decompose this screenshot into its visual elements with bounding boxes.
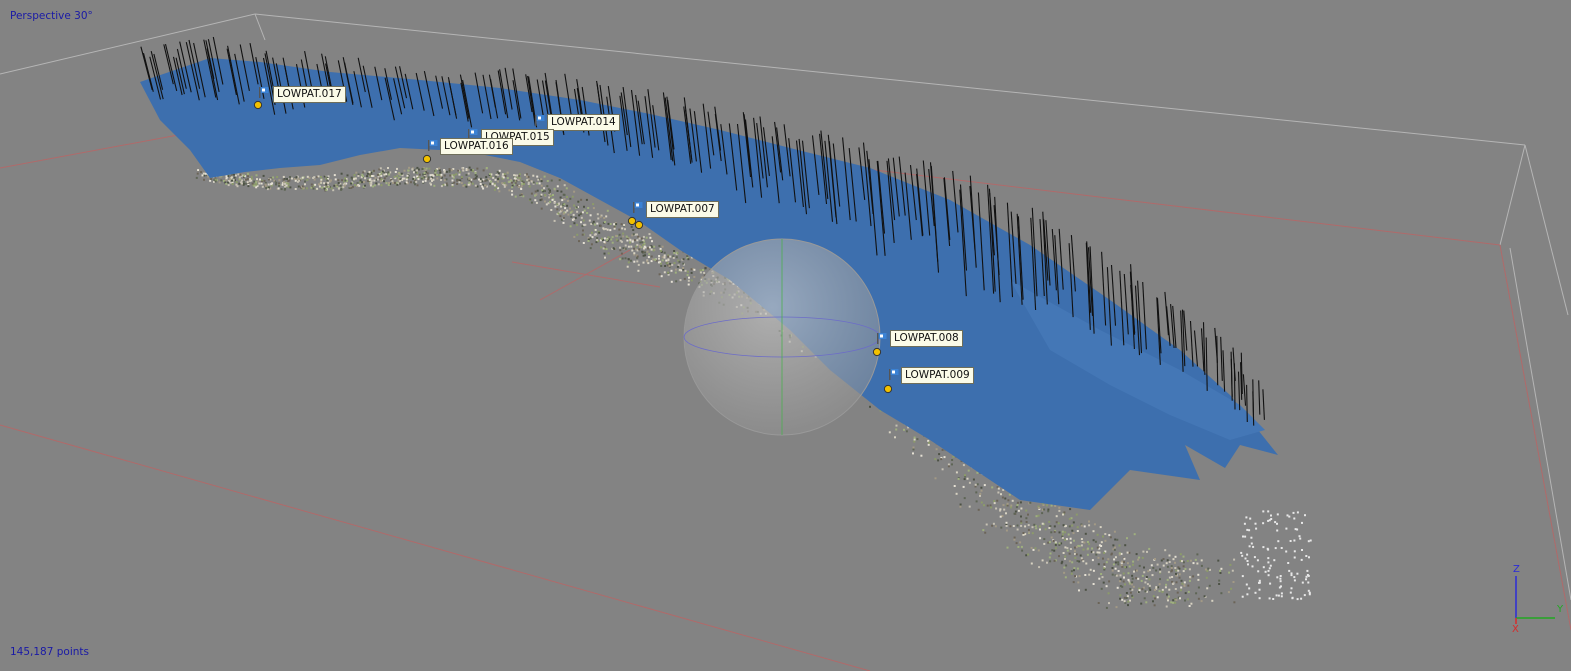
camera-ray xyxy=(1246,384,1248,423)
axis-x-label: X xyxy=(1512,624,1519,635)
point-count-label: 145,187 points xyxy=(10,646,90,658)
flag-icon xyxy=(877,333,887,344)
flag-icon xyxy=(535,115,545,126)
marker-label-lowpat-007[interactable]: LOWPAT.007 xyxy=(646,201,719,218)
trackball-sphere[interactable] xyxy=(683,238,881,436)
camera-ray xyxy=(1258,380,1261,415)
camera-ray xyxy=(1193,330,1199,367)
3d-viewport[interactable]: Perspective 30° 145,187 points LOWPAT.01… xyxy=(0,0,1571,671)
axis-y-label: Y xyxy=(1557,604,1564,615)
marker-dot-icon xyxy=(883,384,893,394)
camera-ray xyxy=(1242,374,1247,406)
marker-label-lowpat-017[interactable]: LOWPAT.017 xyxy=(273,86,346,103)
scene-canvas[interactable] xyxy=(0,0,1571,671)
camera-ray xyxy=(1216,335,1219,386)
marker-label-lowpat-008[interactable]: LOWPAT.008 xyxy=(890,330,963,347)
marker-dot-icon xyxy=(422,154,432,164)
marker-dot-icon xyxy=(872,347,882,357)
marker-dot-icon xyxy=(634,220,644,230)
flag-icon xyxy=(889,369,899,380)
camera-ray xyxy=(1233,363,1236,410)
axis-z-label: Z xyxy=(1513,564,1520,575)
camera-ray xyxy=(1230,358,1233,401)
view-mode-label: Perspective 30° xyxy=(10,10,93,22)
marker-label-lowpat-016[interactable]: LOWPAT.016 xyxy=(440,138,513,155)
camera-ray xyxy=(1164,291,1169,336)
camera-ray xyxy=(1222,350,1226,392)
marker-label-lowpat-009[interactable]: LOWPAT.009 xyxy=(901,367,974,384)
flag-icon xyxy=(259,87,269,98)
flag-icon xyxy=(633,202,643,213)
marker-dot-icon xyxy=(253,100,263,110)
camera-ray xyxy=(1262,389,1265,420)
camera-ray xyxy=(1220,336,1223,381)
marker-label-lowpat-014[interactable]: LOWPAT.014 xyxy=(547,114,620,131)
flag-icon xyxy=(428,140,438,151)
